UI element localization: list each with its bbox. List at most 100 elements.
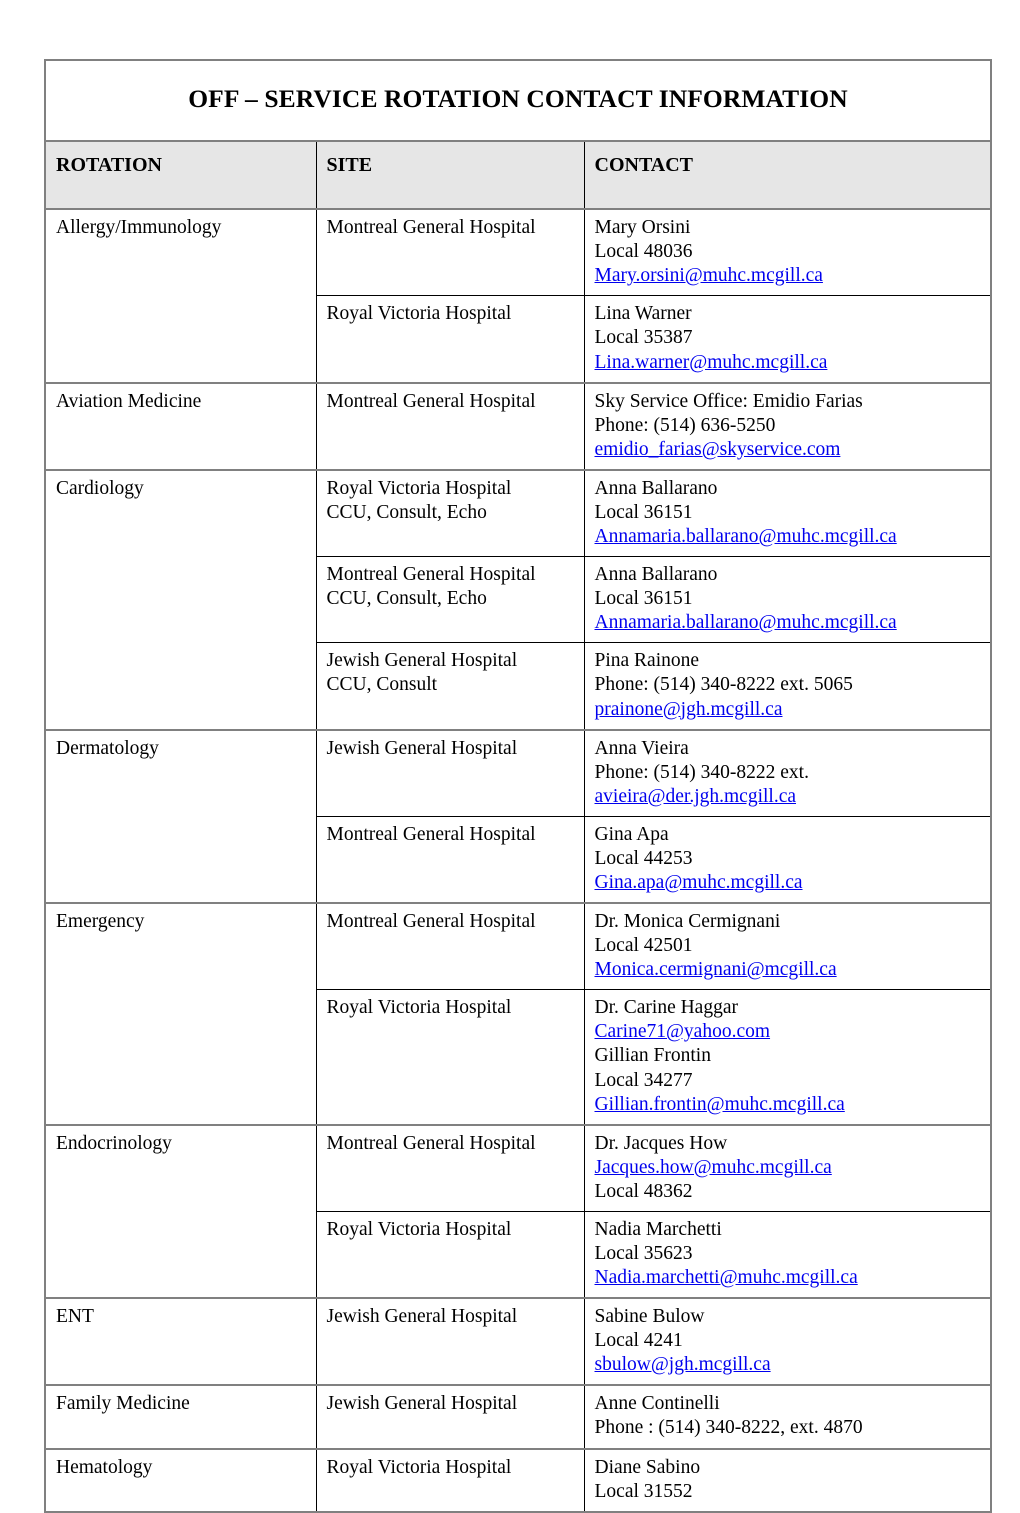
contact-line: Phone: (514) 340-8222 ext. 5065 [594, 674, 853, 696]
contact-cell: Dr. Jacques How Jacques.how@muhc.mcgill.c… [583, 1123, 992, 1212]
rotation-name: Emergency [56, 911, 145, 933]
contact-cell: Lina Warner Local 35387 Lina.warner@muhc.m… [583, 295, 992, 383]
page-title: OFF – SERVICE ROTATION CONTACT INFORMATI… [188, 84, 848, 113]
table-row: Endocrinology Montreal General Hospital Dr… [44, 1123, 992, 1299]
site-cell: Montreal General Hospital [315, 1123, 585, 1212]
rotation-cell: Family Medicine [44, 1384, 317, 1449]
rotation-cell: Endocrinology [44, 1123, 317, 1299]
contact-line: Local 48036 [594, 241, 693, 263]
contact-email-link[interactable]: Jacques.how@muhc.mcgill.ca [595, 1156, 832, 1180]
contact-line: Gillian Frontin [594, 1045, 711, 1067]
site-name: Montreal General Hospital [326, 911, 536, 933]
contact-cell: Mary Orsini Local 48036 Mary.orsini@muhc.m… [583, 208, 992, 296]
contact-line: Phone: (514) 340-8222 ext. [594, 761, 809, 783]
contact-email-link[interactable]: Gina.apa@muhc.mcgill.ca [595, 871, 803, 895]
contact-email-link[interactable]: Mary.orsini@muhc.mcgill.ca [595, 264, 823, 288]
contact-email-link[interactable]: prainone@jgh.mcgill.ca [595, 698, 783, 722]
contact-cell: Dr. Monica Cermignani Local 42501 Monica.c… [583, 902, 992, 990]
contact-email-link[interactable]: Carine71@yahoo.com [595, 1020, 771, 1044]
rotation-cell: Cardiology [44, 468, 317, 730]
site-name: Montreal General Hospital [326, 1132, 536, 1154]
column-header-site: SITE [315, 141, 585, 211]
table-row: Dermatology Jewish General Hospital Anna V… [44, 728, 992, 904]
table-body: OFF – SERVICE ROTATION CONTACT INFORMATI… [44, 58, 992, 1513]
contact-line: Anne Continelli [594, 1393, 720, 1415]
contact-email-link[interactable]: Annamaria.ballarano@muhc.mcgill.ca [595, 525, 897, 549]
contact-line: Local 31552 [594, 1480, 693, 1502]
contact-cell: Anna Vieira Phone: (514) 340-8222 ext. avi… [583, 728, 992, 817]
contact-line: Dr. Monica Cermignani [594, 911, 781, 933]
site-cell: Montreal General Hospital [315, 208, 585, 296]
contact-line: Local 48362 [594, 1180, 693, 1202]
site-cell: Jewish General Hospital [315, 1297, 585, 1386]
contact-line: Lina Warner [594, 303, 692, 325]
table-row: Emergency Montreal General Hospital Dr. Mo… [44, 902, 992, 1125]
contact-line: Phone: (514) 636-5250 [594, 414, 776, 436]
table-row: Hematology Royal Victoria Hospital Diane S… [44, 1447, 992, 1513]
rotation-name: Endocrinology [56, 1132, 172, 1154]
rotation-name: Dermatology [56, 737, 159, 759]
contact-line: Anna Vieira [594, 737, 689, 759]
contact-line: Gina Apa [594, 823, 669, 845]
contact-line: Local 44253 [594, 847, 693, 869]
contact-email-link[interactable]: Monica.cermignani@mcgill.ca [595, 958, 837, 982]
contact-cell: Anna Ballarano Local 36151 Annamaria.balla… [583, 556, 992, 643]
contact-email-link[interactable]: avieira@der.jgh.mcgill.ca [595, 785, 797, 809]
contact-line: Sky Service Office: Emidio Farias [594, 390, 863, 412]
rotation-name: ENT [56, 1306, 94, 1328]
rotation-cell: Emergency [44, 902, 317, 1125]
contact-email-link[interactable]: sbulow@jgh.mcgill.ca [595, 1353, 771, 1377]
contact-line: Phone : (514) 340-8222, ext. 4870 [594, 1417, 863, 1439]
contact-line: Mary Orsini [594, 217, 691, 239]
contact-email-link[interactable]: Annamaria.ballarano@muhc.mcgill.ca [595, 611, 897, 635]
contact-email-link[interactable]: emidio_farias@skyservice.com [595, 438, 841, 462]
contact-email-link[interactable]: Gillian.frontin@muhc.mcgill.ca [595, 1093, 845, 1117]
contact-email-link[interactable]: Nadia.marchetti@muhc.mcgill.ca [595, 1266, 858, 1290]
site-name: Montreal General Hospital [326, 823, 536, 845]
document-page: OFF – SERVICE ROTATION CONTACT INFORMATI… [0, 0, 1020, 1513]
site-cell: Montreal General Hospital [315, 815, 585, 904]
contact-line: Dr. Carine Haggar [594, 997, 739, 1019]
site-cell: Royal Victoria Hospital [315, 989, 585, 1125]
site-name: Royal Victoria Hospital [326, 1456, 512, 1478]
contact-line: Local 35387 [594, 327, 693, 349]
site-cell: Montreal General Hospital [315, 902, 585, 990]
site-cell: Royal Victoria Hospital [315, 1210, 585, 1299]
site-name: Jewish General Hospital [326, 737, 518, 759]
table-row: Cardiology Royal Victoria Hospital CCU, C… [44, 468, 992, 730]
contact-cell: Diane Sabino Local 31552 [583, 1447, 992, 1513]
contact-cell: Sky Service Office: Emidio Farias Phone: … [583, 381, 992, 470]
column-header-rotation: ROTATION [44, 141, 317, 211]
contact-cell: Gina Apa Local 44253 Gina.apa@muhc.mcgill.… [583, 815, 992, 904]
rotation-cell: Hematology [44, 1447, 317, 1513]
title-row: OFF – SERVICE ROTATION CONTACT INFORMATI… [44, 58, 992, 143]
contact-cell: Anna Ballarano Local 36151 Annamaria.balla… [583, 468, 992, 557]
site-cell: Royal Victoria Hospital CCU, Consult, Ec… [315, 468, 585, 557]
contact-email-link[interactable]: Lina.warner@muhc.mcgill.ca [595, 351, 828, 375]
rotation-cell: ENT [44, 1297, 317, 1386]
site-name: Jewish General Hospital [326, 1393, 518, 1415]
rotation-name: Aviation Medicine [56, 390, 202, 412]
contact-information-table: OFF – SERVICE ROTATION CONTACT INFORMATI… [44, 58, 992, 1513]
site-name: Royal Victoria Hospital CCU, Consult, Ec… [326, 477, 512, 523]
contact-line: Local 34277 [594, 1069, 693, 1091]
rotation-cell: Allergy/Immunology [44, 208, 317, 383]
contact-line: Anna Ballarano [594, 477, 718, 499]
contact-line: Local 35623 [594, 1242, 693, 1264]
site-cell: Jewish General Hospital [315, 728, 585, 817]
contact-line: Dr. Jacques How [594, 1132, 728, 1154]
rotation-cell: Aviation Medicine [44, 381, 317, 470]
contact-line: Diane Sabino [594, 1456, 701, 1478]
contact-line: Local 42501 [594, 935, 693, 957]
site-name: Montreal General Hospital [326, 217, 536, 239]
site-name: Jewish General Hospital [326, 1306, 518, 1328]
site-name: Royal Victoria Hospital [326, 303, 512, 325]
site-cell: Jewish General Hospital CCU, Consult [315, 642, 585, 730]
contact-line: Nadia Marchetti [594, 1218, 722, 1240]
site-name: Montreal General Hospital [326, 390, 536, 412]
rotation-cell: Dermatology [44, 728, 317, 904]
site-name: Royal Victoria Hospital [326, 997, 512, 1019]
contact-line: Local 4241 [594, 1330, 683, 1352]
table-header-row: ROTATION SITE CONTACT [44, 141, 992, 211]
rotation-name: Family Medicine [56, 1393, 190, 1415]
